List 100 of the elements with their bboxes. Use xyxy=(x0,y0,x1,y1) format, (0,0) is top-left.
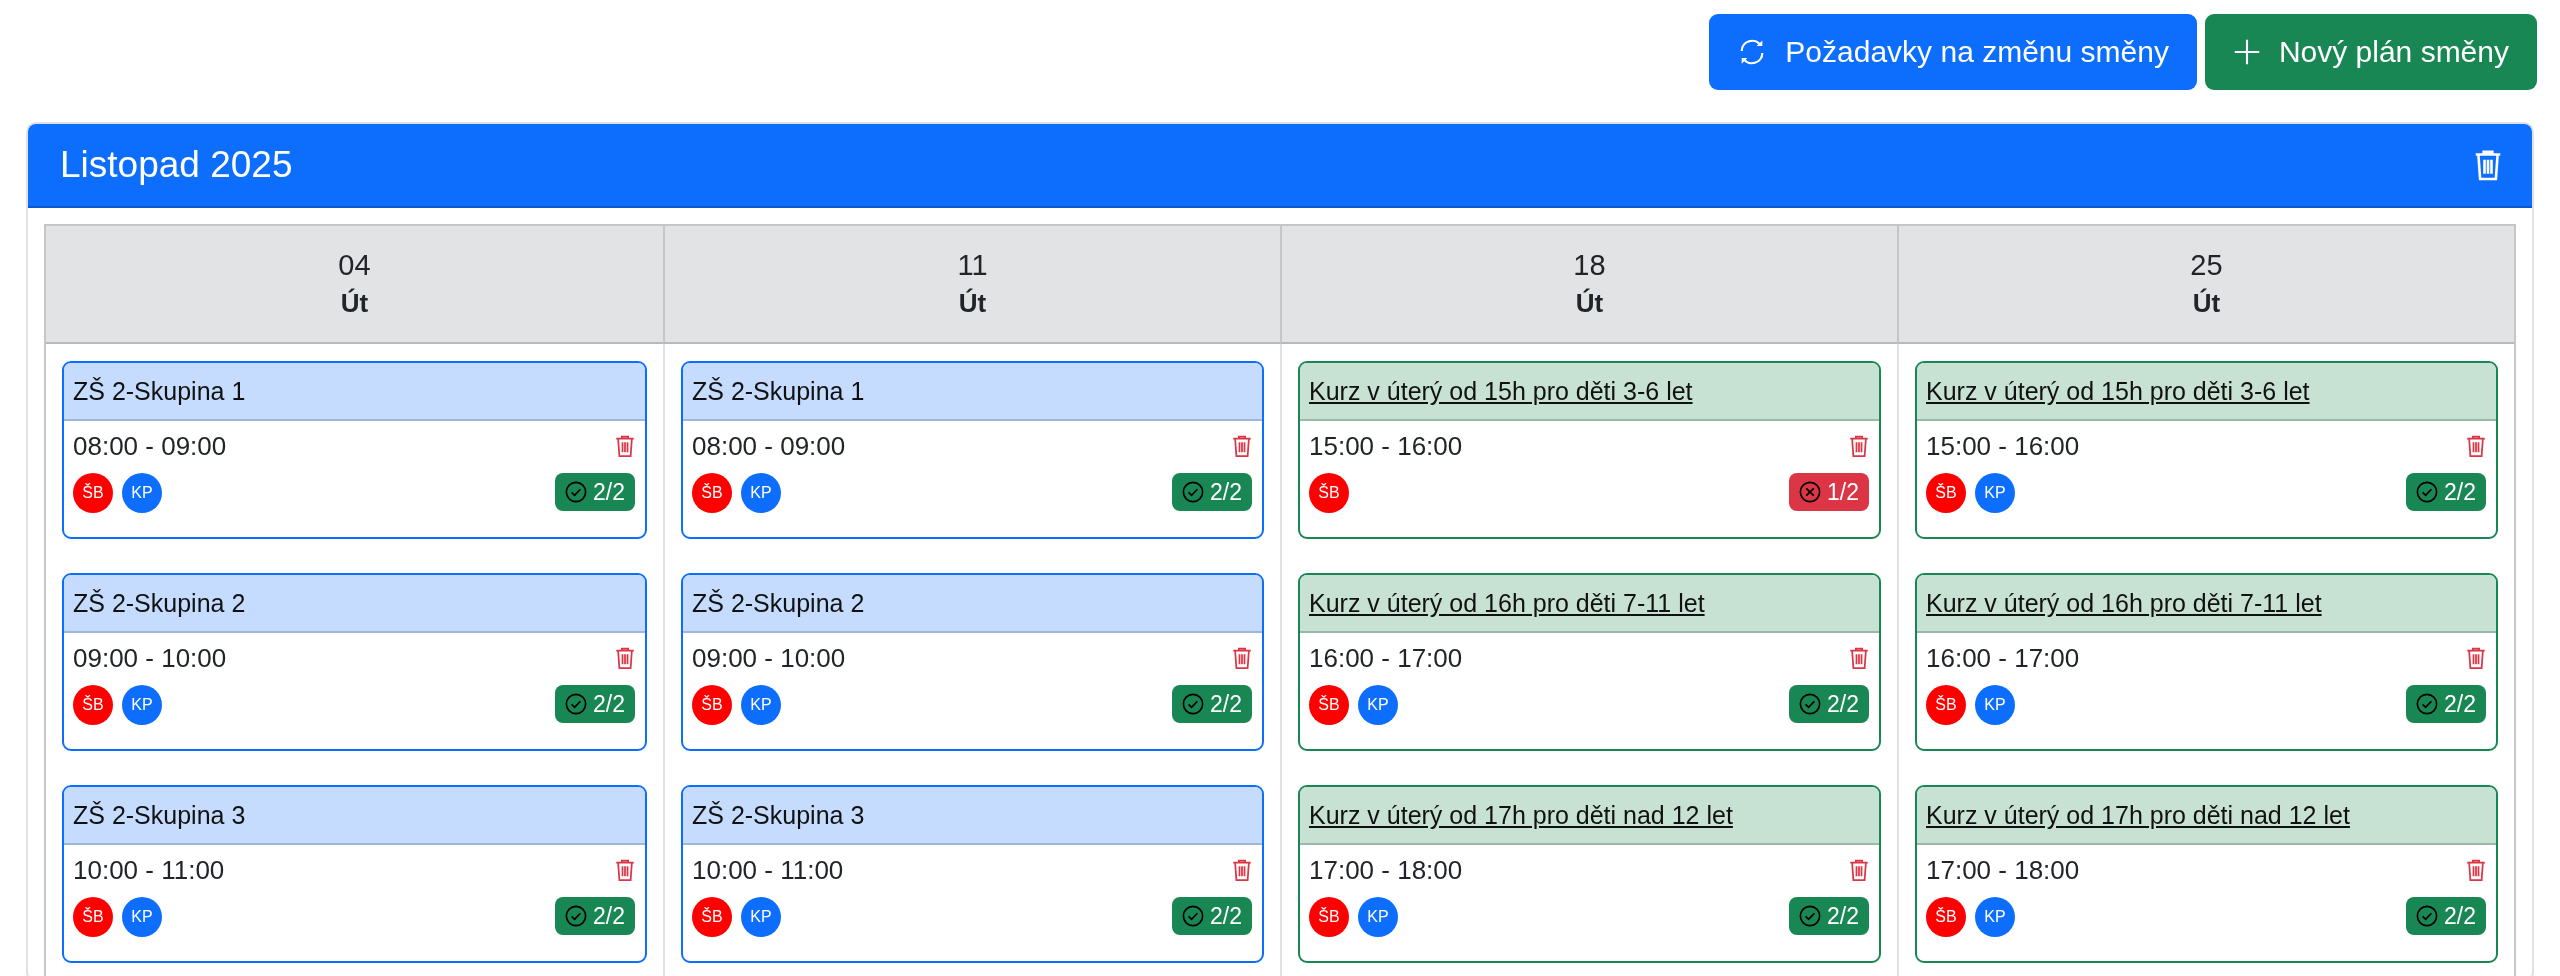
avatar: ŠB xyxy=(1926,685,1966,725)
delete-button[interactable] xyxy=(1849,434,1869,458)
delete-button[interactable] xyxy=(615,858,635,882)
trash-icon xyxy=(2466,646,2486,670)
check-circle-icon xyxy=(565,481,587,503)
trash-icon xyxy=(615,858,635,882)
shift-time: 16:00 - 17:00 xyxy=(1926,642,2080,674)
avatar: ŠB xyxy=(1926,473,1966,513)
avatar: ŠB xyxy=(73,897,113,937)
shift-time: 09:00 - 10:00 xyxy=(692,642,846,674)
shift-time: 10:00 - 11:00 xyxy=(692,854,844,886)
check-circle-icon xyxy=(565,905,587,927)
shift-title: ZŠ 2-Skupina 1 xyxy=(692,376,865,406)
trash-icon xyxy=(615,434,635,458)
avatar: KP xyxy=(1358,685,1398,725)
weekday-label: Út xyxy=(2192,288,2221,319)
trash-icon xyxy=(1849,646,1869,670)
trash-icon xyxy=(1849,434,1869,458)
avatar: KP xyxy=(122,897,162,937)
trash-icon xyxy=(2474,149,2502,181)
plus-icon xyxy=(2232,38,2261,66)
shift-title: ZŠ 2-Skupina 3 xyxy=(692,800,865,830)
shift-time: 08:00 - 09:00 xyxy=(692,430,846,462)
capacity-badge: 2/2 xyxy=(1172,897,1252,935)
avatar: KP xyxy=(741,897,781,937)
avatar: ŠB xyxy=(692,473,732,513)
weekday-label: Út xyxy=(340,288,369,319)
shift-title: ZŠ 2-Skupina 2 xyxy=(692,588,865,618)
check-circle-icon xyxy=(2416,481,2438,503)
avatar: KP xyxy=(122,685,162,725)
shift-title: ZŠ 2-Skupina 3 xyxy=(73,800,246,830)
day-date: 11 xyxy=(957,249,988,282)
trash-icon xyxy=(1232,858,1252,882)
avatar: ŠB xyxy=(1309,685,1349,725)
new-plan-button[interactable]: Nový plán směny xyxy=(2204,14,2537,90)
delete-button[interactable] xyxy=(1849,646,1869,670)
capacity-badge: 2/2 xyxy=(2406,473,2486,511)
delete-button[interactable] xyxy=(1232,434,1252,458)
x-circle-icon xyxy=(1799,481,1821,503)
delete-button[interactable] xyxy=(2466,646,2486,670)
month-title: Listopad 2025 xyxy=(60,144,293,186)
trash-icon xyxy=(2466,858,2486,882)
capacity-badge: 2/2 xyxy=(1172,685,1252,723)
check-circle-icon xyxy=(1182,905,1204,927)
delete-button[interactable] xyxy=(1232,646,1252,670)
check-circle-icon xyxy=(2416,693,2438,715)
avatar: ŠB xyxy=(73,685,113,725)
avatar: ŠB xyxy=(692,897,732,937)
check-circle-icon xyxy=(1799,693,1821,715)
check-circle-icon xyxy=(1182,481,1204,503)
capacity-badge: 2/2 xyxy=(1789,685,1869,723)
day-date: 18 xyxy=(1573,249,1606,282)
capacity-badge: 1/2 xyxy=(1789,473,1869,511)
capacity-badge: 2/2 xyxy=(2406,897,2486,935)
avatar: ŠB xyxy=(692,685,732,725)
capacity-badge: 2/2 xyxy=(555,685,635,723)
weekday-label: Út xyxy=(1575,288,1604,319)
shift-time: 09:00 - 10:00 xyxy=(73,642,227,674)
avatar: KP xyxy=(122,473,162,513)
shift-time: 17:00 - 18:00 xyxy=(1309,854,1463,886)
weekday-label: Út xyxy=(958,288,987,319)
avatar: KP xyxy=(741,473,781,513)
delete-button[interactable] xyxy=(615,434,635,458)
trash-icon xyxy=(615,646,635,670)
avatar: ŠB xyxy=(1926,897,1966,937)
shift-time: 17:00 - 18:00 xyxy=(1926,854,2080,886)
check-circle-icon xyxy=(2416,905,2438,927)
trash-icon xyxy=(1849,858,1869,882)
delete-button[interactable] xyxy=(1232,858,1252,882)
avatar: ŠB xyxy=(73,473,113,513)
capacity-badge: 2/2 xyxy=(2406,685,2486,723)
avatar: ŠB xyxy=(1309,897,1349,937)
check-circle-icon xyxy=(1799,905,1821,927)
trash-icon xyxy=(1232,434,1252,458)
avatar: KP xyxy=(1975,897,2015,937)
capacity-badge: 2/2 xyxy=(555,897,635,935)
trash-icon xyxy=(2466,434,2486,458)
shift-time: 16:00 - 17:00 xyxy=(1309,642,1463,674)
shift-title: ZŠ 2-Skupina 2 xyxy=(73,588,246,618)
day-date: 25 xyxy=(2190,249,2223,282)
change-requests-button[interactable]: Požadavky na změnu směny xyxy=(1709,14,2197,90)
shift-time: 08:00 - 09:00 xyxy=(73,430,227,462)
shift-time: 10:00 - 11:00 xyxy=(73,854,225,886)
shift-title: ZŠ 2-Skupina 1 xyxy=(73,376,246,406)
shift-time: 15:00 - 16:00 xyxy=(1309,430,1463,462)
shift-time: 15:00 - 16:00 xyxy=(1926,430,2080,462)
trash-icon xyxy=(1232,646,1252,670)
avatar: ŠB xyxy=(1309,473,1349,513)
capacity-badge: 2/2 xyxy=(1172,473,1252,511)
check-circle-icon xyxy=(565,693,587,715)
capacity-badge: 2/2 xyxy=(1789,897,1869,935)
day-date: 04 xyxy=(338,249,371,282)
delete-button[interactable] xyxy=(2466,858,2486,882)
avatar: KP xyxy=(741,685,781,725)
capacity-badge: 2/2 xyxy=(555,473,635,511)
delete-button[interactable] xyxy=(615,646,635,670)
delete-button[interactable] xyxy=(1849,858,1869,882)
delete-button[interactable] xyxy=(2466,434,2486,458)
avatar: KP xyxy=(1975,473,2015,513)
check-circle-icon xyxy=(1182,693,1204,715)
